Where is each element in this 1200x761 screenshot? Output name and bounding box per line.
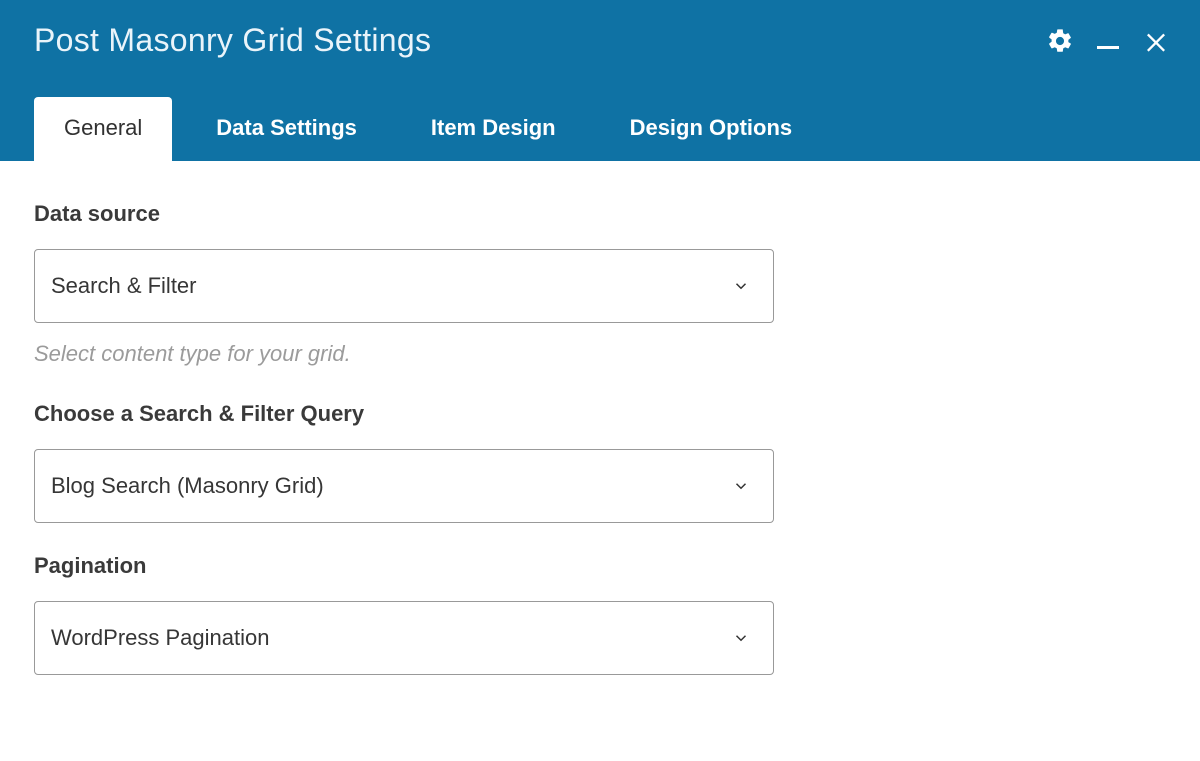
field-data-source: Data source Search & Filter Select conte… <box>34 201 1166 367</box>
header-top: Post Masonry Grid Settings <box>0 22 1200 59</box>
data-source-value: Search & Filter <box>51 273 197 299</box>
pagination-label: Pagination <box>34 553 1166 579</box>
gear-icon[interactable] <box>1046 27 1074 55</box>
data-source-select[interactable]: Search & Filter <box>34 249 774 323</box>
field-sf-query: Choose a Search & Filter Query Blog Sear… <box>34 401 1166 523</box>
data-source-label: Data source <box>34 201 1166 227</box>
spacer <box>34 705 1166 761</box>
sf-query-select[interactable]: Blog Search (Masonry Grid) <box>34 449 774 523</box>
pagination-select[interactable]: WordPress Pagination <box>34 601 774 675</box>
chevron-down-icon <box>731 276 751 296</box>
dialog-header: Post Masonry Grid Settings General Data … <box>0 0 1200 161</box>
header-icons <box>1046 27 1170 55</box>
close-icon[interactable] <box>1142 27 1170 55</box>
pagination-value: WordPress Pagination <box>51 625 270 651</box>
chevron-down-icon <box>731 476 751 496</box>
minimize-icon[interactable] <box>1094 27 1122 55</box>
sf-query-value: Blog Search (Masonry Grid) <box>51 473 324 499</box>
content-wrapper: Data source Search & Filter Select conte… <box>0 161 1200 761</box>
data-source-help: Select content type for your grid. <box>34 341 1166 367</box>
content-scroll[interactable]: Data source Search & Filter Select conte… <box>0 161 1200 761</box>
tab-data-settings[interactable]: Data Settings <box>186 97 387 161</box>
field-pagination: Pagination WordPress Pagination <box>34 553 1166 675</box>
chevron-down-icon <box>731 628 751 648</box>
settings-dialog: Post Masonry Grid Settings General Data … <box>0 0 1200 761</box>
sf-query-label: Choose a Search & Filter Query <box>34 401 1166 427</box>
tab-general[interactable]: General <box>34 97 172 161</box>
dialog-title: Post Masonry Grid Settings <box>34 22 431 59</box>
tab-item-design[interactable]: Item Design <box>401 97 586 161</box>
tab-design-options[interactable]: Design Options <box>600 97 823 161</box>
tabs: General Data Settings Item Design Design… <box>0 97 1200 161</box>
